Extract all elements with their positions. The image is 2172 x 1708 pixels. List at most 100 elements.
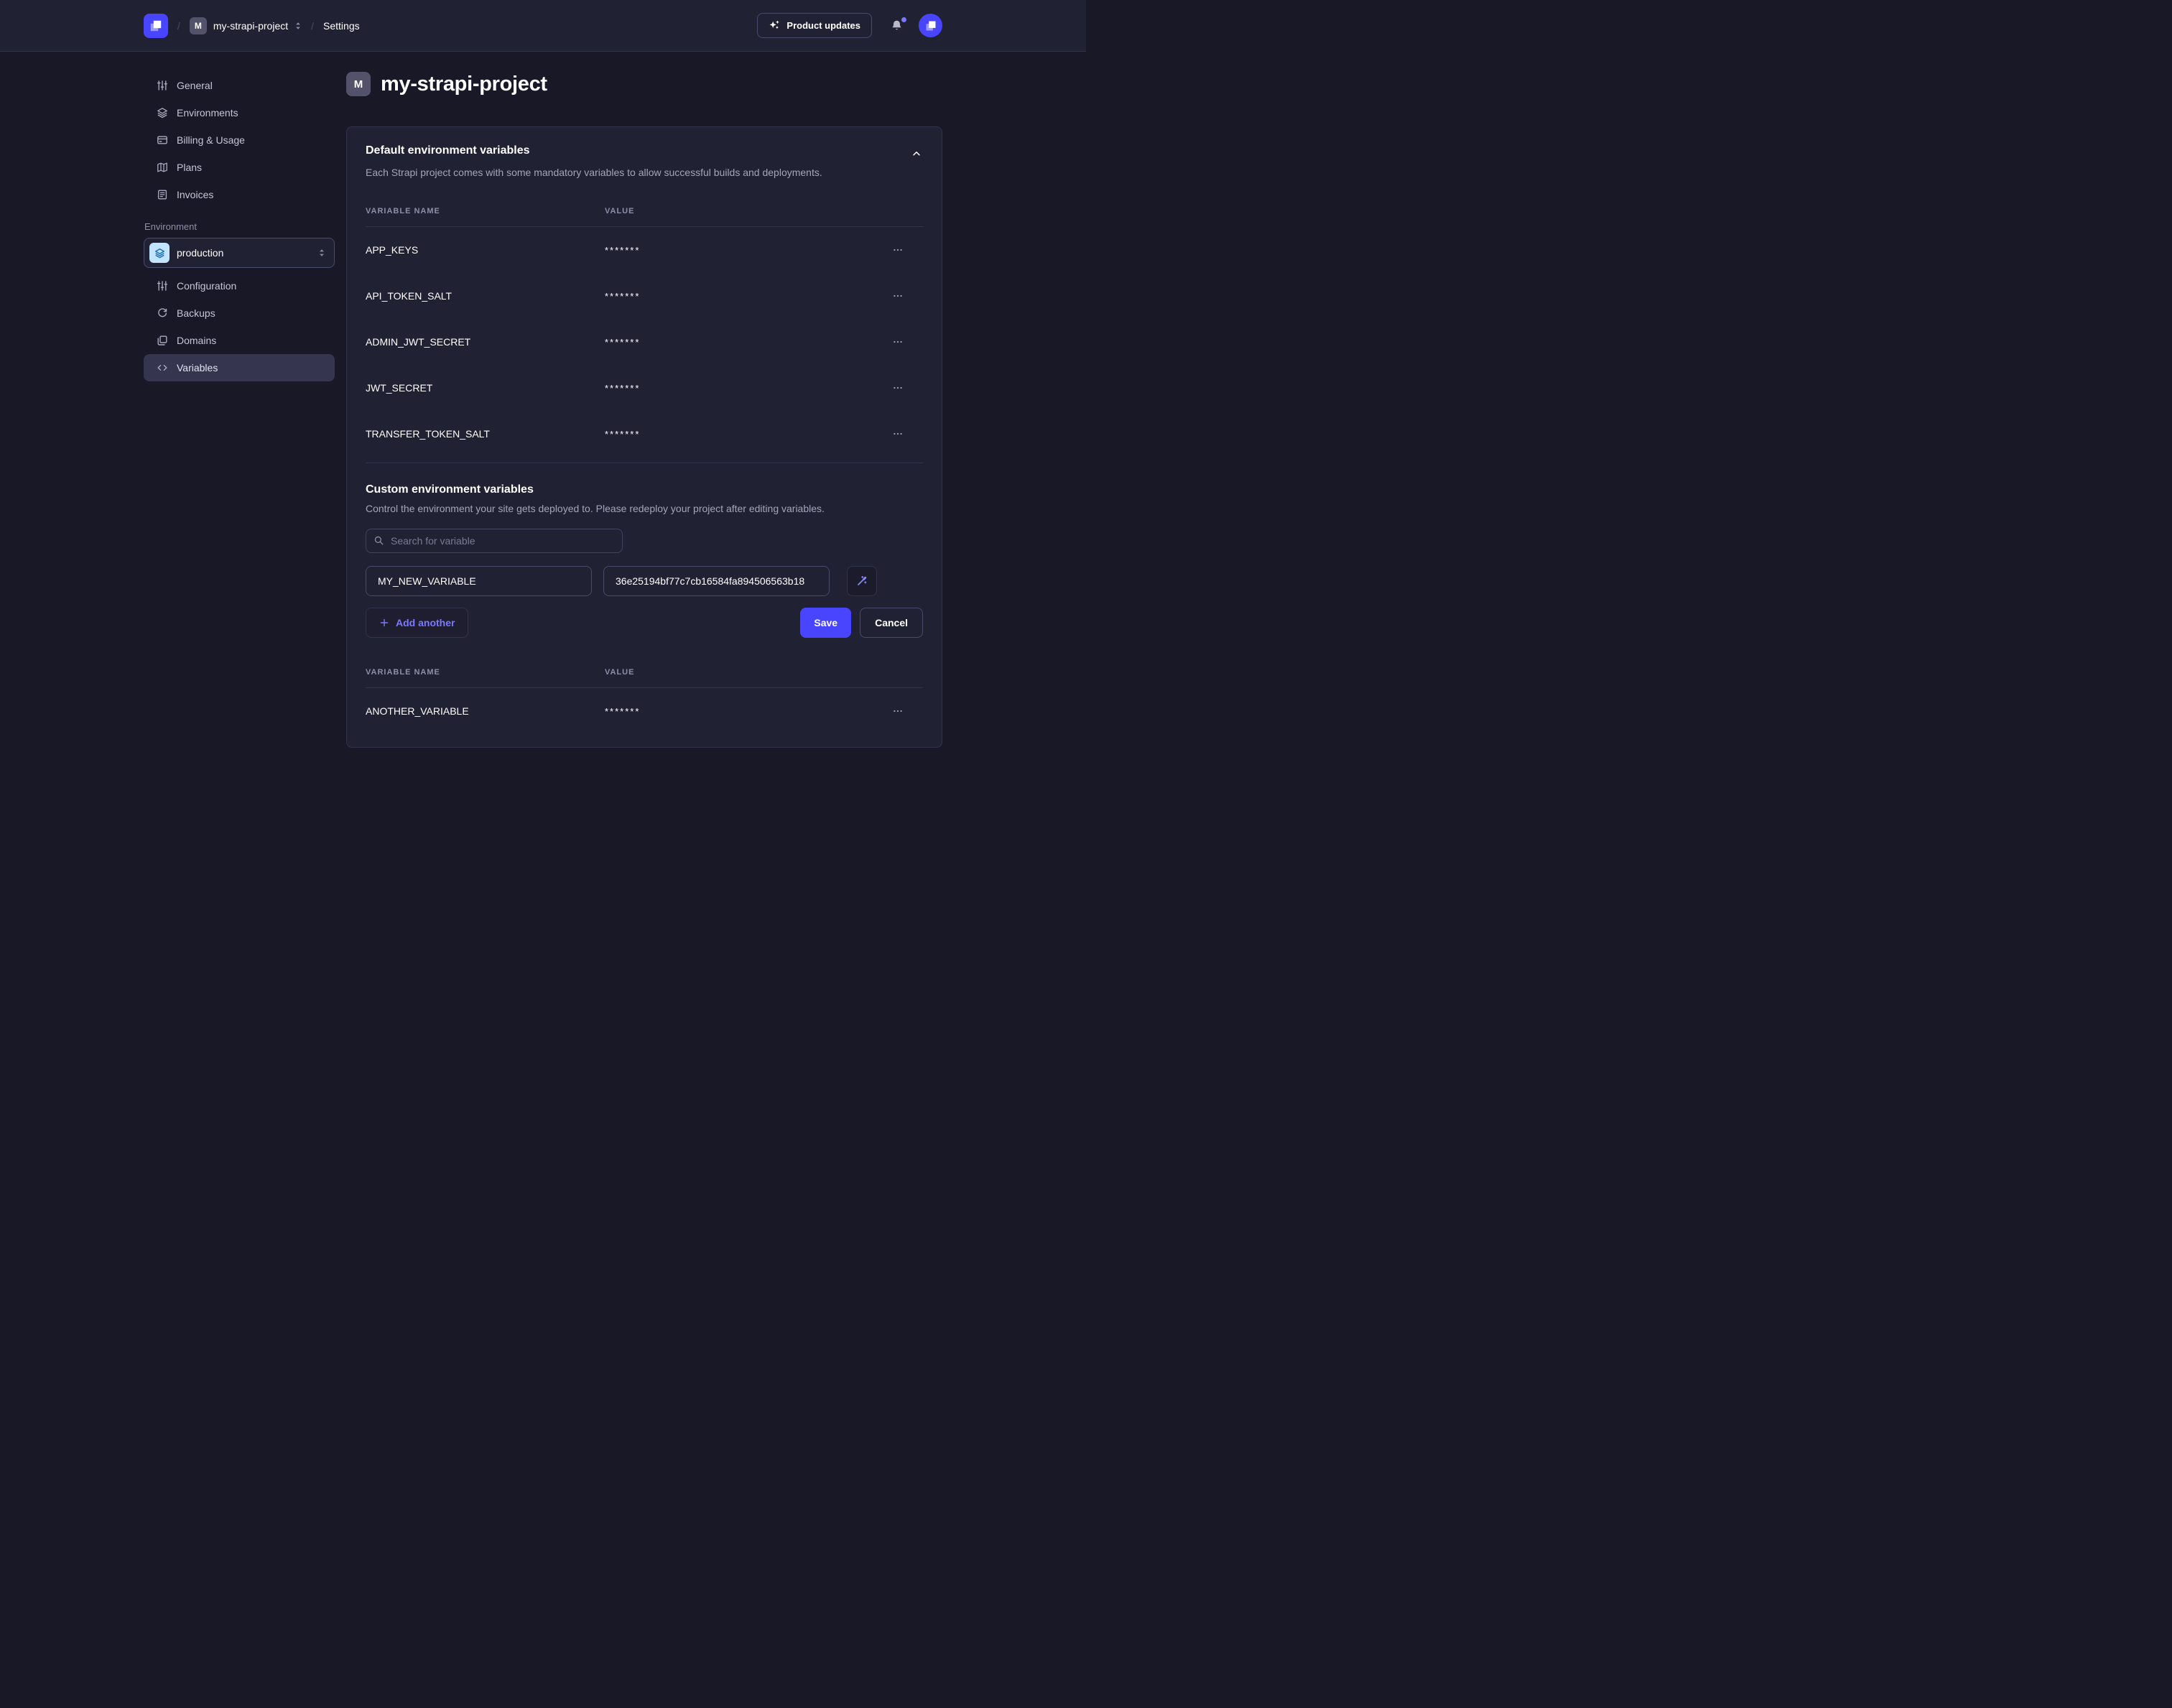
notifications-button[interactable] <box>889 18 904 33</box>
map-icon <box>157 162 168 173</box>
row-more-button[interactable] <box>873 336 923 348</box>
sparkles-icon <box>769 20 780 32</box>
row-more-button[interactable] <box>873 244 923 256</box>
column-header-variable-name: VARIABLE NAME <box>366 668 605 677</box>
table-row: ADMIN_JWT_SECRET ******* <box>366 319 923 365</box>
sort-arrows-icon <box>294 20 302 32</box>
bell-icon <box>891 19 903 32</box>
project-avatar-large: M <box>346 72 371 96</box>
table-header: VARIABLE NAME VALUE <box>366 207 923 227</box>
page-title: M my-strapi-project <box>346 72 942 96</box>
variable-value: ******* <box>605 337 873 348</box>
variable-value: ******* <box>605 291 873 302</box>
invoice-icon <box>157 189 168 200</box>
variable-value: ******* <box>605 383 873 394</box>
variable-value: ******* <box>605 245 873 256</box>
sidebar-item-domains[interactable]: Domains <box>144 327 335 354</box>
sidebar: General Environments Billing & Usage <box>144 72 335 748</box>
sidebar-item-general[interactable]: General <box>144 72 335 99</box>
sidebar-item-configuration[interactable]: Configuration <box>144 272 335 300</box>
sidebar-item-label: Variables <box>177 362 218 373</box>
layers-icon <box>157 107 168 119</box>
column-header-variable-name: VARIABLE NAME <box>366 207 605 215</box>
variable-value-input[interactable] <box>603 566 830 596</box>
variable-name: ANOTHER_VARIABLE <box>366 705 605 717</box>
strapi-logo-icon <box>149 19 163 33</box>
breadcrumb-separator: / <box>311 20 314 32</box>
sidebar-item-invoices[interactable]: Invoices <box>144 181 335 208</box>
topbar: / M my-strapi-project / Settings <box>0 0 1086 52</box>
sidebar-item-label: Invoices <box>177 189 213 200</box>
sidebar-item-label: Configuration <box>177 280 236 292</box>
default-variables-table: VARIABLE NAME VALUE APP_KEYS ******* API… <box>366 207 923 457</box>
plus-icon <box>379 618 389 628</box>
notification-dot <box>901 17 906 22</box>
search-input[interactable] <box>366 529 623 553</box>
table-row: ANOTHER_VARIABLE ******* <box>366 688 923 734</box>
custom-variables-table: VARIABLE NAME VALUE ANOTHER_VARIABLE ***… <box>366 668 923 734</box>
strapi-avatar-icon <box>924 19 937 32</box>
project-selector[interactable]: M my-strapi-project <box>190 17 302 34</box>
sidebar-item-backups[interactable]: Backups <box>144 300 335 327</box>
main-content: M my-strapi-project Default environment … <box>346 72 942 748</box>
variable-name-input[interactable] <box>366 566 592 596</box>
sidebar-item-environments[interactable]: Environments <box>144 99 335 126</box>
sidebar-item-label: Plans <box>177 162 202 173</box>
variable-name: TRANSFER_TOKEN_SALT <box>366 428 605 440</box>
add-another-button[interactable]: Add another <box>366 608 468 638</box>
custom-variables-title: Custom environment variables <box>366 483 923 496</box>
more-horizontal-icon <box>892 705 904 717</box>
cancel-button[interactable]: Cancel <box>860 608 923 638</box>
save-button[interactable]: Save <box>800 608 851 638</box>
variable-name: ADMIN_JWT_SECRET <box>366 336 605 348</box>
breadcrumb-settings: Settings <box>323 20 360 32</box>
more-horizontal-icon <box>892 290 904 302</box>
form-actions: Add another Save Cancel <box>366 608 923 638</box>
magic-wand-icon <box>856 575 868 587</box>
table-row: API_TOKEN_SALT ******* <box>366 273 923 319</box>
product-updates-label: Product updates <box>786 20 860 31</box>
variable-search <box>366 529 623 553</box>
sidebar-item-variables[interactable]: Variables <box>144 354 335 381</box>
variables-card: Default environment variables Each Strap… <box>346 126 942 748</box>
user-avatar[interactable] <box>919 14 942 37</box>
more-horizontal-icon <box>892 244 904 256</box>
project-avatar: M <box>190 17 207 34</box>
column-header-value: VALUE <box>605 668 873 677</box>
collapse-section-button[interactable] <box>910 147 923 160</box>
refresh-icon <box>157 307 168 319</box>
sidebar-item-label: Backups <box>177 307 215 319</box>
breadcrumb: / M my-strapi-project / Settings <box>144 14 360 38</box>
custom-variables-description: Control the environment your site gets d… <box>366 503 923 514</box>
default-variables-description: Each Strapi project comes with some mand… <box>366 167 923 178</box>
more-horizontal-icon <box>892 428 904 440</box>
sort-arrows-icon <box>318 247 325 259</box>
chevron-up-icon <box>911 149 922 159</box>
strapi-logo-button[interactable] <box>144 14 168 38</box>
more-horizontal-icon <box>892 336 904 348</box>
table-header: VARIABLE NAME VALUE <box>366 668 923 688</box>
environment-section-label: Environment <box>144 221 335 232</box>
table-row: TRANSFER_TOKEN_SALT ******* <box>366 411 923 457</box>
code-icon <box>157 362 168 373</box>
row-more-button[interactable] <box>873 705 923 717</box>
breadcrumb-separator: / <box>177 20 180 32</box>
variable-value: ******* <box>605 429 873 440</box>
variable-name: API_TOKEN_SALT <box>366 290 605 302</box>
sidebar-item-plans[interactable]: Plans <box>144 154 335 181</box>
row-more-button[interactable] <box>873 382 923 394</box>
product-updates-button[interactable]: Product updates <box>757 13 872 38</box>
row-more-button[interactable] <box>873 428 923 440</box>
sidebar-item-label: Billing & Usage <box>177 134 245 146</box>
environment-select-value: production <box>177 247 311 259</box>
environment-select[interactable]: production <box>144 238 335 268</box>
add-another-label: Add another <box>396 617 455 628</box>
credit-card-icon <box>157 134 168 146</box>
sidebar-item-label: Domains <box>177 335 216 346</box>
generate-value-button[interactable] <box>847 566 877 596</box>
environment-layers-icon <box>149 243 170 263</box>
sidebar-item-billing[interactable]: Billing & Usage <box>144 126 335 154</box>
sidebar-item-label: Environments <box>177 107 238 119</box>
variable-name: JWT_SECRET <box>366 382 605 394</box>
row-more-button[interactable] <box>873 290 923 302</box>
